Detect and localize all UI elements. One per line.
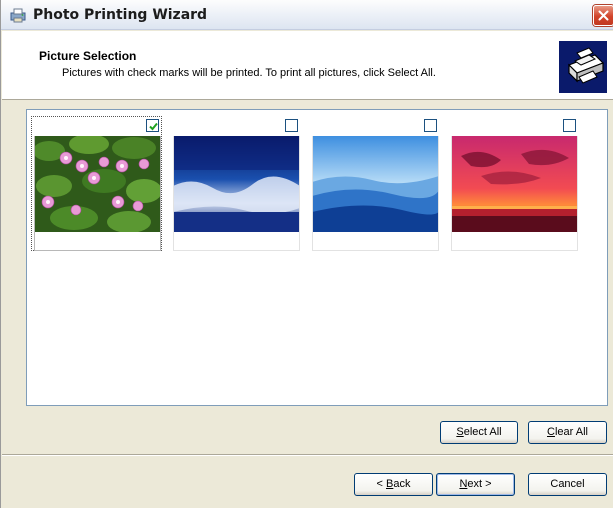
- thumbnail-frame: [312, 136, 439, 251]
- thumbnail-winter-frost[interactable]: [170, 116, 301, 251]
- close-icon: [598, 10, 609, 21]
- select-all-button[interactable]: Select All: [440, 421, 518, 444]
- thumbnail-frame: [34, 136, 161, 251]
- cancel-button[interactable]: Cancel: [528, 473, 607, 496]
- page-subtitle: Pictures with check marks will be printe…: [62, 67, 436, 79]
- printer-icon: [559, 41, 607, 93]
- thumbnail-blue-hills[interactable]: [309, 116, 440, 251]
- clear-all-button[interactable]: Clear All: [528, 421, 607, 444]
- checkmark-icon: [149, 122, 158, 131]
- photo-printing-wizard-window: Photo Printing Wizard Picture Selection …: [0, 0, 613, 508]
- thumbnail-water-lilies[interactable]: [31, 116, 162, 251]
- thumbnail-frame: [173, 136, 300, 251]
- thumbnail-sunset[interactable]: [448, 116, 579, 251]
- back-button[interactable]: < Back: [354, 473, 433, 496]
- next-button[interactable]: Next >: [436, 473, 515, 496]
- page-title: Picture Selection: [39, 49, 137, 63]
- title-bar[interactable]: Photo Printing Wizard: [1, 0, 613, 30]
- thumbnail-frame: [451, 136, 578, 251]
- window-title: Photo Printing Wizard: [33, 7, 208, 23]
- button-separator: [2, 454, 613, 456]
- thumbnail-checkbox[interactable]: [146, 119, 159, 132]
- thumbnail-checkbox[interactable]: [563, 119, 576, 132]
- printer-photo-icon: [10, 8, 26, 23]
- thumbnail-checkbox[interactable]: [424, 119, 437, 132]
- picture-list[interactable]: [26, 109, 608, 406]
- wizard-header: Picture Selection Pictures with check ma…: [2, 31, 613, 100]
- close-button[interactable]: [593, 5, 613, 26]
- thumbnail-checkbox[interactable]: [285, 119, 298, 132]
